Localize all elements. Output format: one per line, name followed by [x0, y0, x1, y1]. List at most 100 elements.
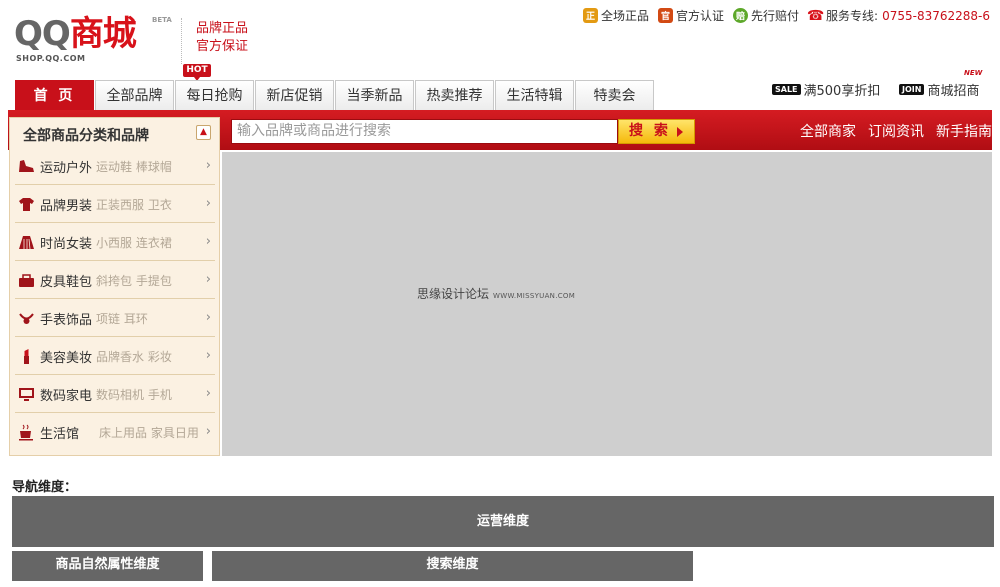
category-item-womenswear[interactable]: 时尚女装 小西服 连衣裙 › — [15, 224, 215, 261]
category-sub: 品牌香水 彩妆 — [96, 349, 172, 364]
category-sub: 项链 耳环 — [96, 311, 148, 326]
top-link-compensate[interactable]: 赔 先行赔付 — [733, 7, 799, 24]
tab-hot-sale[interactable]: 热卖推荐 — [415, 80, 494, 110]
arrow-right-icon — [677, 127, 683, 137]
lipstick-icon — [18, 348, 35, 365]
category-sub: 运动鞋 棒球帽 — [96, 159, 172, 174]
genuine-icon: 正 — [582, 8, 598, 23]
banner-text: 思缘设计论坛 — [417, 287, 490, 301]
promo-join[interactable]: JOIN 商城招商 — [899, 80, 979, 99]
shoe-icon — [18, 158, 35, 175]
category-item-watches[interactable]: 手表饰品 项链 耳环 › — [15, 300, 215, 337]
new-badge: NEW — [964, 69, 983, 77]
operation-dimension-block: 运营维度 — [12, 496, 994, 547]
phone-icon: ☎ — [806, 7, 825, 24]
chevron-right-icon: › — [205, 386, 211, 401]
banner[interactable]: 思缘设计论坛 WWW.MISSYUAN.COM — [222, 152, 992, 456]
top-link-genuine[interactable]: 正 全场正品 — [582, 7, 649, 24]
search-button[interactable]: 搜 索 — [618, 119, 695, 144]
logo-beta: BETA — [152, 16, 172, 24]
bar-links: 全部商家 订阅资讯 新手指南 — [788, 121, 992, 141]
jewelry-icon — [18, 310, 35, 327]
search-button-label: 搜 索 — [629, 123, 671, 139]
category-name: 生活馆 — [40, 427, 80, 442]
category-header[interactable]: 全部商品分类和品牌 ▲ — [9, 117, 220, 148]
search-dimension-block: 搜索维度 — [212, 551, 693, 581]
bag-icon — [18, 272, 35, 289]
top-link-certified[interactable]: 官 官方认证 — [658, 7, 724, 24]
logo-qq: QQ — [14, 14, 71, 54]
category-item-leather[interactable]: 皮具鞋包 斜挎包 手提包 › — [15, 262, 215, 299]
chevron-right-icon: › — [205, 424, 211, 439]
tab-life-special[interactable]: 生活特辑 — [495, 80, 574, 110]
tab-new-store[interactable]: 新店促销 — [255, 80, 334, 110]
category-sub: 数码相机 手机 — [96, 387, 172, 402]
link-beginner-guide[interactable]: 新手指南 — [936, 121, 992, 141]
category-list: 运动户外 运动鞋 棒球帽 › 品牌男装 正装西服 卫衣 › 时尚女装 小西服 连… — [9, 148, 220, 456]
chevron-right-icon: › — [205, 348, 211, 363]
category-sub: 正装西服 卫衣 — [96, 197, 172, 212]
top-link-label: 全场正品 — [600, 9, 649, 23]
category-item-beauty[interactable]: 美容美妆 品牌香水 彩妆 › — [15, 338, 215, 375]
main-nav: 首 页 全部品牌 每日抢购 新店促销 当季新品 热卖推荐 生活特辑 特卖会 — [15, 80, 655, 110]
chevron-right-icon: › — [205, 234, 211, 249]
monitor-icon — [18, 386, 35, 403]
logo-mall: 商城 — [69, 14, 137, 54]
promo-label: 商城招商 — [927, 84, 980, 99]
logo-url: SHOP.QQ.COM — [16, 54, 86, 63]
top-link-label: 服务专线: — [826, 9, 879, 23]
category-item-life[interactable]: 生活馆 床上用品 家具日用 › — [15, 414, 215, 451]
category-item-menswear[interactable]: 品牌男装 正装西服 卫衣 › — [15, 186, 215, 223]
category-sub: 斜挎包 手提包 — [96, 273, 172, 288]
link-subscribe[interactable]: 订阅资讯 — [868, 121, 924, 141]
logo-divider — [181, 18, 182, 64]
tab-daily-deals[interactable]: 每日抢购 — [175, 80, 254, 110]
tab-home[interactable]: 首 页 — [15, 80, 94, 110]
cup-icon — [18, 424, 35, 441]
tab-season-new[interactable]: 当季新品 — [335, 80, 414, 110]
category-name: 运动户外 — [40, 160, 93, 176]
banner-url: WWW.MISSYUAN.COM — [493, 292, 576, 300]
logo[interactable]: QQ商城 BETA SHOP.QQ.COM — [14, 14, 174, 70]
category-name: 品牌男装 — [40, 198, 93, 214]
certified-icon: 官 — [658, 8, 673, 23]
tab-flash-sale[interactable]: 特卖会 — [575, 80, 654, 110]
promo-label: 满500享折扣 — [803, 84, 881, 99]
tab-all-brands[interactable]: 全部品牌 — [95, 80, 174, 110]
sale-tag: SALE — [772, 84, 801, 95]
category-name: 数码家电 — [40, 388, 93, 404]
chevron-right-icon: › — [205, 158, 211, 173]
category-name: 皮具鞋包 — [40, 274, 93, 290]
category-name: 美容美妆 — [40, 350, 93, 366]
hot-badge: HOT — [183, 64, 211, 81]
category-name: 手表饰品 — [40, 312, 93, 328]
service-phone: 0755-83762288-6 — [882, 8, 990, 23]
category-header-title: 全部商品分类和品牌 — [23, 128, 149, 144]
slogan: 品牌正品 官方保证 — [196, 20, 248, 56]
join-tag: JOIN — [899, 84, 925, 95]
search-input[interactable]: 输入品牌或商品进行搜索 — [231, 119, 618, 144]
top-links: 正 全场正品 官 官方认证 赔 先行赔付 ☎ 服务专线: 0755-837622… — [574, 7, 990, 24]
slogan-line-1: 品牌正品 — [196, 21, 249, 36]
category-item-sports[interactable]: 运动户外 运动鞋 棒球帽 › — [15, 148, 215, 185]
skirt-icon — [18, 234, 35, 251]
top-link-service: ☎ 服务专线: 0755-83762288-6 — [806, 7, 990, 24]
category-item-digital[interactable]: 数码家电 数码相机 手机 › — [15, 376, 215, 413]
collapse-icon[interactable]: ▲ — [196, 125, 211, 140]
chevron-right-icon: › — [205, 196, 211, 211]
category-sub: 小西服 连衣裙 — [96, 235, 172, 250]
banner-watermark: 思缘设计论坛 WWW.MISSYUAN.COM — [417, 285, 575, 302]
chevron-right-icon: › — [205, 272, 211, 287]
attribute-dimension-block: 商品自然属性维度 — [12, 551, 203, 581]
shirt-icon — [18, 196, 35, 213]
link-all-merchants[interactable]: 全部商家 — [800, 121, 856, 141]
top-link-label: 先行赔付 — [751, 9, 800, 23]
category-name: 时尚女装 — [40, 236, 93, 252]
compensate-icon: 赔 — [733, 8, 749, 23]
category-sub: 床上用品 家具日用 — [99, 426, 199, 440]
logo-wordmark: QQ商城 — [14, 14, 137, 54]
slogan-line-2: 官方保证 — [196, 39, 249, 54]
top-link-label: 官方认证 — [676, 9, 725, 23]
promo-sale[interactable]: SALE 满500享折扣 — [772, 80, 880, 99]
nav-dimension-label: 导航维度： — [12, 480, 78, 495]
